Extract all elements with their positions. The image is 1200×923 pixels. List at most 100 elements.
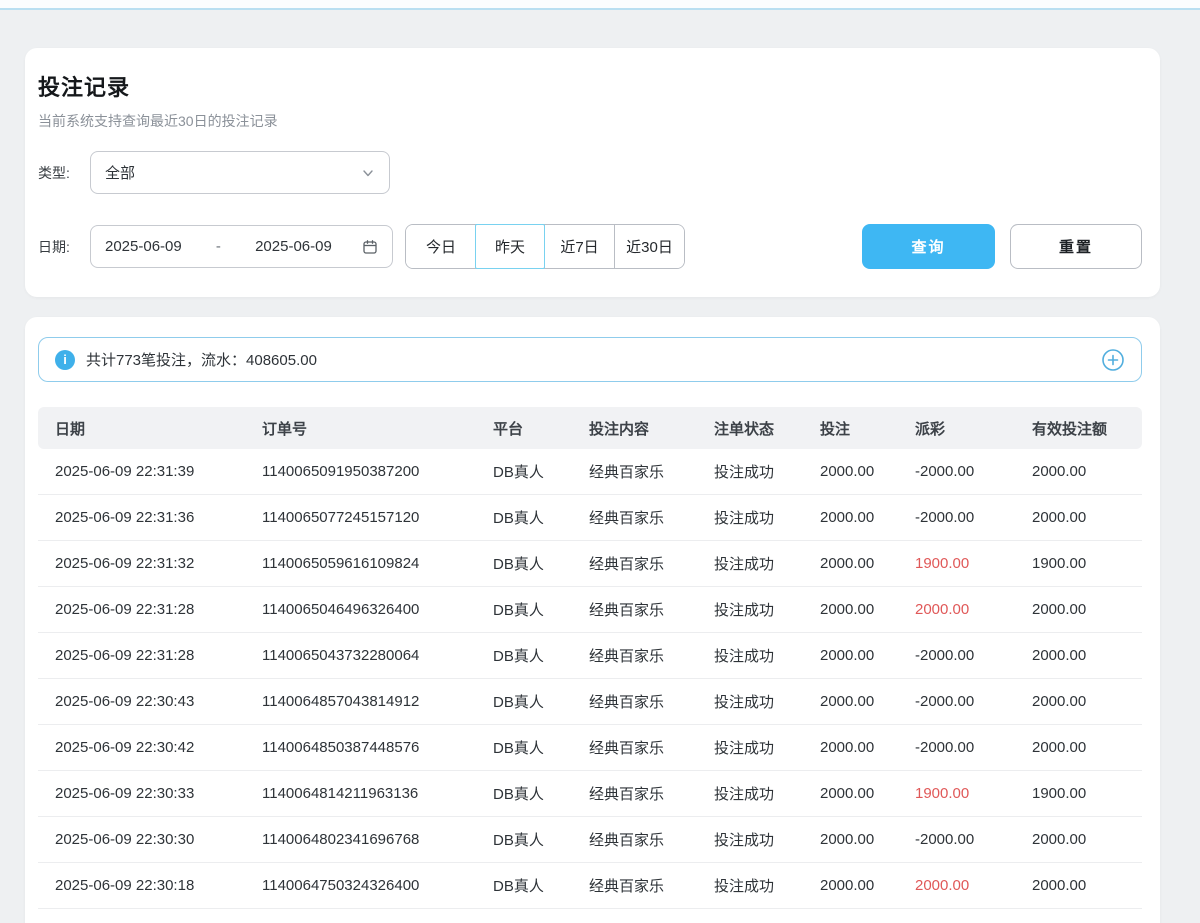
- reset-button[interactable]: 重置: [1010, 224, 1142, 269]
- cell-status: 投注成功: [714, 679, 820, 725]
- cell-valid-bet: 2000.00: [1032, 587, 1142, 633]
- expand-summary-button[interactable]: [1101, 348, 1125, 372]
- cell-platform: DB真人: [493, 449, 589, 495]
- cell-valid-bet: 2000.00: [1032, 679, 1142, 725]
- cell-status: 投注成功: [714, 863, 820, 909]
- cell-status: 投注成功: [714, 817, 820, 863]
- cell-date: 2025-06-09 22:31:28: [38, 633, 262, 679]
- cell-valid-bet: 2000.00: [1032, 495, 1142, 541]
- cell-status: 投注成功: [714, 495, 820, 541]
- cell-platform: DB真人: [493, 495, 589, 541]
- cell-bet-amount: 2000.00: [820, 771, 915, 817]
- top-bar: [0, 0, 1200, 10]
- cell-status: 投注成功: [714, 633, 820, 679]
- table-row: 2025-06-09 22:31:28 1140065043732280064 …: [38, 633, 1142, 679]
- type-select[interactable]: 全部: [90, 151, 390, 194]
- page-subtitle: 当前系统支持查询最近30日的投注记录: [38, 111, 1142, 131]
- cell-valid-bet: 2000.00: [1032, 449, 1142, 495]
- cell-bet-amount: 2000.00: [820, 587, 915, 633]
- cell-date: 2025-06-09 22:31:36: [38, 495, 262, 541]
- cell-platform: DB真人: [493, 817, 589, 863]
- column-header-date: 日期: [38, 407, 262, 449]
- type-select-value: 全部: [105, 162, 135, 183]
- cell-order-no: 1140064814211963136: [262, 771, 493, 817]
- cell-valid-bet: 2000.00: [1032, 863, 1142, 909]
- table-row: 2025-06-09 22:31:39 1140065091950387200 …: [38, 449, 1142, 495]
- cell-status: 投注成功: [714, 449, 820, 495]
- cell-platform: DB真人: [493, 863, 589, 909]
- summary-text: 共计773笔投注，流水：408605.00: [86, 349, 317, 370]
- cell-bet-amount: 2000.00: [820, 495, 915, 541]
- cell-payout: -2000.00: [915, 495, 1032, 541]
- cell-date: 2025-06-09 22:30:30: [38, 817, 262, 863]
- cell-bet-content: 经典百家乐: [589, 817, 714, 863]
- betting-records-page: 投注记录 当前系统支持查询最近30日的投注记录 类型: 全部 日期: 2025-…: [0, 0, 1200, 923]
- plus-circle-icon: [1101, 348, 1125, 372]
- cell-date: 2025-06-09 22:30:18: [38, 863, 262, 909]
- column-header-content: 投注内容: [589, 407, 714, 449]
- table-header: 日期 订单号 平台 投注内容 注单状态 投注 派彩 有效投注额: [38, 407, 1142, 449]
- cell-date: 2025-06-09 22:30:33: [38, 771, 262, 817]
- cell-bet-content: 经典百家乐: [589, 633, 714, 679]
- table-body: 2025-06-09 22:31:39 1140065091950387200 …: [38, 449, 1142, 909]
- quick-range-button-0[interactable]: 今日: [406, 225, 476, 268]
- cell-order-no: 1140065091950387200: [262, 449, 493, 495]
- cell-order-no: 1140064857043814912: [262, 679, 493, 725]
- cell-bet-content: 经典百家乐: [589, 679, 714, 725]
- cell-order-no: 1140064750324326400: [262, 863, 493, 909]
- table-row: 2025-06-09 22:30:18 1140064750324326400 …: [38, 863, 1142, 909]
- cell-platform: DB真人: [493, 633, 589, 679]
- cell-bet-amount: 2000.00: [820, 817, 915, 863]
- cell-platform: DB真人: [493, 771, 589, 817]
- cell-bet-amount: 2000.00: [820, 725, 915, 771]
- cell-platform: DB真人: [493, 679, 589, 725]
- cell-valid-bet: 1900.00: [1032, 541, 1142, 587]
- type-label: 类型:: [38, 163, 90, 183]
- cell-bet-content: 经典百家乐: [589, 495, 714, 541]
- cell-payout: 2000.00: [915, 587, 1032, 633]
- cell-payout: -2000.00: [915, 817, 1032, 863]
- chevron-down-icon: [361, 166, 375, 180]
- cell-date: 2025-06-09 22:31:39: [38, 449, 262, 495]
- quick-range-button-2[interactable]: 近7日: [544, 225, 614, 268]
- table-row: 2025-06-09 22:30:33 1140064814211963136 …: [38, 771, 1142, 817]
- cell-status: 投注成功: [714, 541, 820, 587]
- cell-bet-content: 经典百家乐: [589, 587, 714, 633]
- date-range-separator: -: [212, 238, 225, 255]
- calendar-icon[interactable]: [362, 239, 378, 255]
- cell-valid-bet: 1900.00: [1032, 771, 1142, 817]
- filter-actions: 查询 重置: [862, 224, 1142, 269]
- cell-status: 投注成功: [714, 771, 820, 817]
- cell-payout: 1900.00: [915, 771, 1032, 817]
- cell-order-no: 1140065059616109824: [262, 541, 493, 587]
- results-panel: i 共计773笔投注，流水：408605.00 日期 订单号 平台: [25, 317, 1160, 923]
- table-row: 2025-06-09 22:30:43 1140064857043814912 …: [38, 679, 1142, 725]
- cell-platform: DB真人: [493, 587, 589, 633]
- cell-order-no: 1140065077245157120: [262, 495, 493, 541]
- cell-payout: -2000.00: [915, 679, 1032, 725]
- cell-platform: DB真人: [493, 725, 589, 771]
- column-header-valid-bet: 有效投注额: [1032, 407, 1142, 449]
- quick-range-button-3[interactable]: 近30日: [614, 225, 684, 268]
- cell-bet-content: 经典百家乐: [589, 863, 714, 909]
- cell-bet-content: 经典百家乐: [589, 771, 714, 817]
- cell-status: 投注成功: [714, 725, 820, 771]
- column-header-order-no: 订单号: [262, 407, 493, 449]
- cell-order-no: 1140064802341696768: [262, 817, 493, 863]
- cell-order-no: 1140065043732280064: [262, 633, 493, 679]
- quick-range-group: 今日昨天近7日近30日: [405, 224, 685, 269]
- search-button[interactable]: 查询: [862, 224, 995, 269]
- cell-valid-bet: 2000.00: [1032, 725, 1142, 771]
- cell-valid-bet: 2000.00: [1032, 633, 1142, 679]
- column-header-payout: 派彩: [915, 407, 1032, 449]
- quick-range-button-1[interactable]: 昨天: [475, 224, 545, 269]
- cell-bet-content: 经典百家乐: [589, 725, 714, 771]
- cell-bet-amount: 2000.00: [820, 541, 915, 587]
- cell-date: 2025-06-09 22:31:32: [38, 541, 262, 587]
- cell-order-no: 1140064850387448576: [262, 725, 493, 771]
- cell-bet-content: 经典百家乐: [589, 541, 714, 587]
- date-range-input[interactable]: 2025-06-09 - 2025-06-09: [90, 225, 393, 268]
- cell-bet-content: 经典百家乐: [589, 449, 714, 495]
- cell-payout: 2000.00: [915, 863, 1032, 909]
- table-row: 2025-06-09 22:31:28 1140065046496326400 …: [38, 587, 1142, 633]
